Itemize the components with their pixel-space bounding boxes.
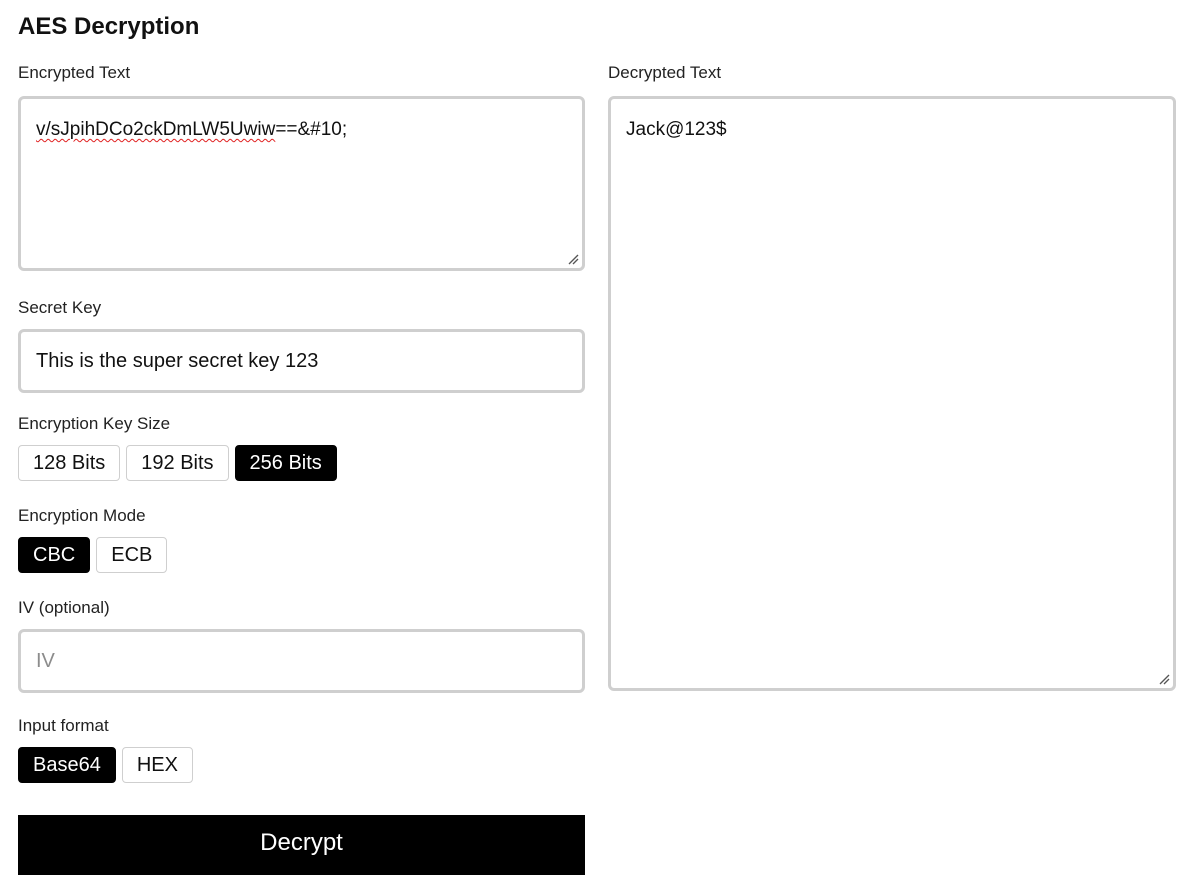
secret-key-input[interactable]: This is the super secret key 123	[18, 329, 585, 393]
key-size-192-button[interactable]: 192 Bits	[126, 445, 229, 481]
encrypted-text-label: Encrypted Text	[18, 63, 131, 82]
key-size-label: Encryption Key Size	[18, 414, 171, 433]
decrypt-button[interactable]: Decrypt	[18, 815, 585, 875]
encrypted-text-input[interactable]: v/sJpihDCo2ckDmLW5Uwiw==&#10;	[18, 96, 585, 271]
key-size-128-button[interactable]: 128 Bits	[18, 445, 121, 481]
input-format-selector: Base64 HEX	[18, 747, 585, 783]
decryption-output: Decrypted Text Jack@123$	[608, 62, 1176, 691]
resize-grip-icon[interactable]	[1158, 673, 1170, 685]
iv-label: IV (optional)	[18, 598, 110, 617]
encryption-form: Encrypted Text v/sJpihDCo2ckDmLW5Uwiw==&…	[18, 62, 585, 783]
secret-key-label: Secret Key	[18, 298, 102, 317]
format-base64-button[interactable]: Base64	[18, 747, 116, 783]
decrypted-text-label: Decrypted Text	[608, 63, 722, 82]
encrypted-text-value-rest: ==&#10;	[275, 119, 348, 140]
page-title: AES Decryption	[18, 13, 200, 40]
encryption-mode-label: Encryption Mode	[18, 506, 146, 525]
format-hex-button[interactable]: HEX	[121, 747, 193, 783]
iv-input[interactable]: IV	[18, 629, 585, 693]
key-size-selector: 128 Bits 192 Bits 256 Bits	[18, 445, 585, 481]
encryption-mode-selector: CBC ECB	[18, 537, 585, 573]
input-format-label: Input format	[18, 716, 109, 735]
resize-grip-icon[interactable]	[567, 253, 579, 265]
decrypted-text-output[interactable]: Jack@123$	[608, 96, 1176, 691]
encrypted-text-value-flagged: v/sJpihDCo2ckDmLW5Uwiw	[36, 119, 276, 140]
mode-ecb-button[interactable]: ECB	[96, 537, 168, 573]
decrypted-text-value: Jack@123$	[626, 119, 727, 140]
mode-cbc-button[interactable]: CBC	[18, 537, 91, 573]
key-size-256-button[interactable]: 256 Bits	[234, 445, 337, 481]
